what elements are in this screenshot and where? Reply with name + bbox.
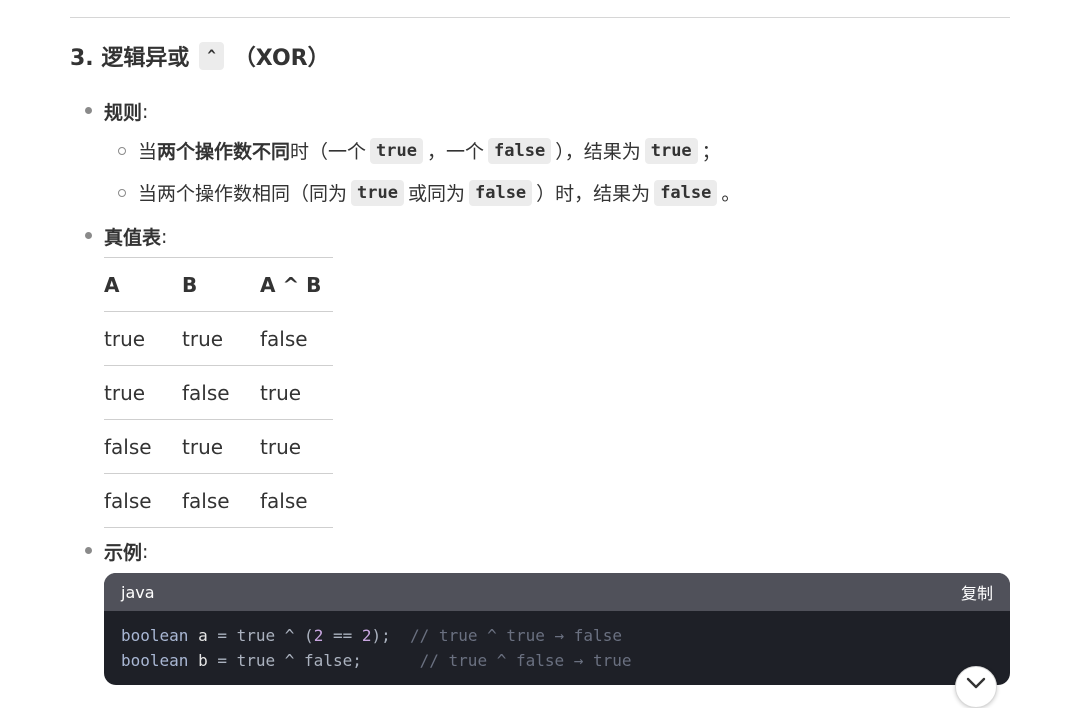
truth-table: A B A ^ B true true false true false true fa… [104, 257, 333, 528]
code-true: true [644, 137, 698, 164]
example-label: 示例: [104, 540, 149, 565]
sub-bullet [118, 147, 126, 155]
header-a: A [104, 257, 182, 312]
code-false: false [488, 137, 552, 164]
code-true: true [370, 137, 423, 164]
table-header-row: A B A ^ B [104, 257, 333, 312]
scroll-down-button[interactable] [955, 666, 997, 708]
code-block-header: java 复制 [104, 573, 1010, 611]
code-true: true [351, 179, 404, 206]
code-line: boolean b = true ^ false; // true ^ fals… [121, 651, 632, 670]
section-heading: 3. 逻辑异或 ^ （XOR） [70, 40, 330, 72]
rule-item-1: 当两个操作数不同 时（一个 true ，一个 false ），结果为 true ； [138, 137, 721, 164]
chevron-down-icon [966, 677, 986, 689]
table-row: false true true [104, 419, 333, 474]
code-block: java 复制 boolean a = true ^ (2 == 2); // … [104, 573, 1010, 685]
code-false: false [468, 179, 533, 206]
truth-table-label: 真值表: [104, 225, 168, 250]
code-content: boolean a = true ^ (2 == 2); // true ^ t… [104, 611, 1010, 685]
rules-label: 规则: [104, 100, 149, 125]
table-row: false false false [104, 473, 333, 528]
bullet-dot [85, 107, 92, 114]
code-line: boolean a = true ^ (2 == 2); // true ^ t… [121, 626, 622, 645]
header-xor: A ^ B [260, 257, 333, 312]
heading-text: 3. 逻辑异或 [70, 46, 190, 71]
code-language: java [121, 582, 155, 602]
code-false: false [654, 179, 718, 206]
heading-operator: ^ [199, 42, 224, 70]
header-b: B [182, 257, 260, 312]
divider [70, 17, 1010, 18]
bullet-dot [85, 547, 92, 554]
table-row: true false true [104, 365, 333, 420]
sub-bullet [118, 189, 126, 197]
copy-button[interactable]: 复制 [961, 580, 993, 604]
heading-suffix: （XOR） [233, 46, 330, 71]
bullet-dot [85, 232, 92, 239]
rule-item-2: 当两个操作数相同（同为 true 或同为 false ）时，结果为 false … [138, 179, 740, 206]
table-row: true true false [104, 311, 333, 366]
